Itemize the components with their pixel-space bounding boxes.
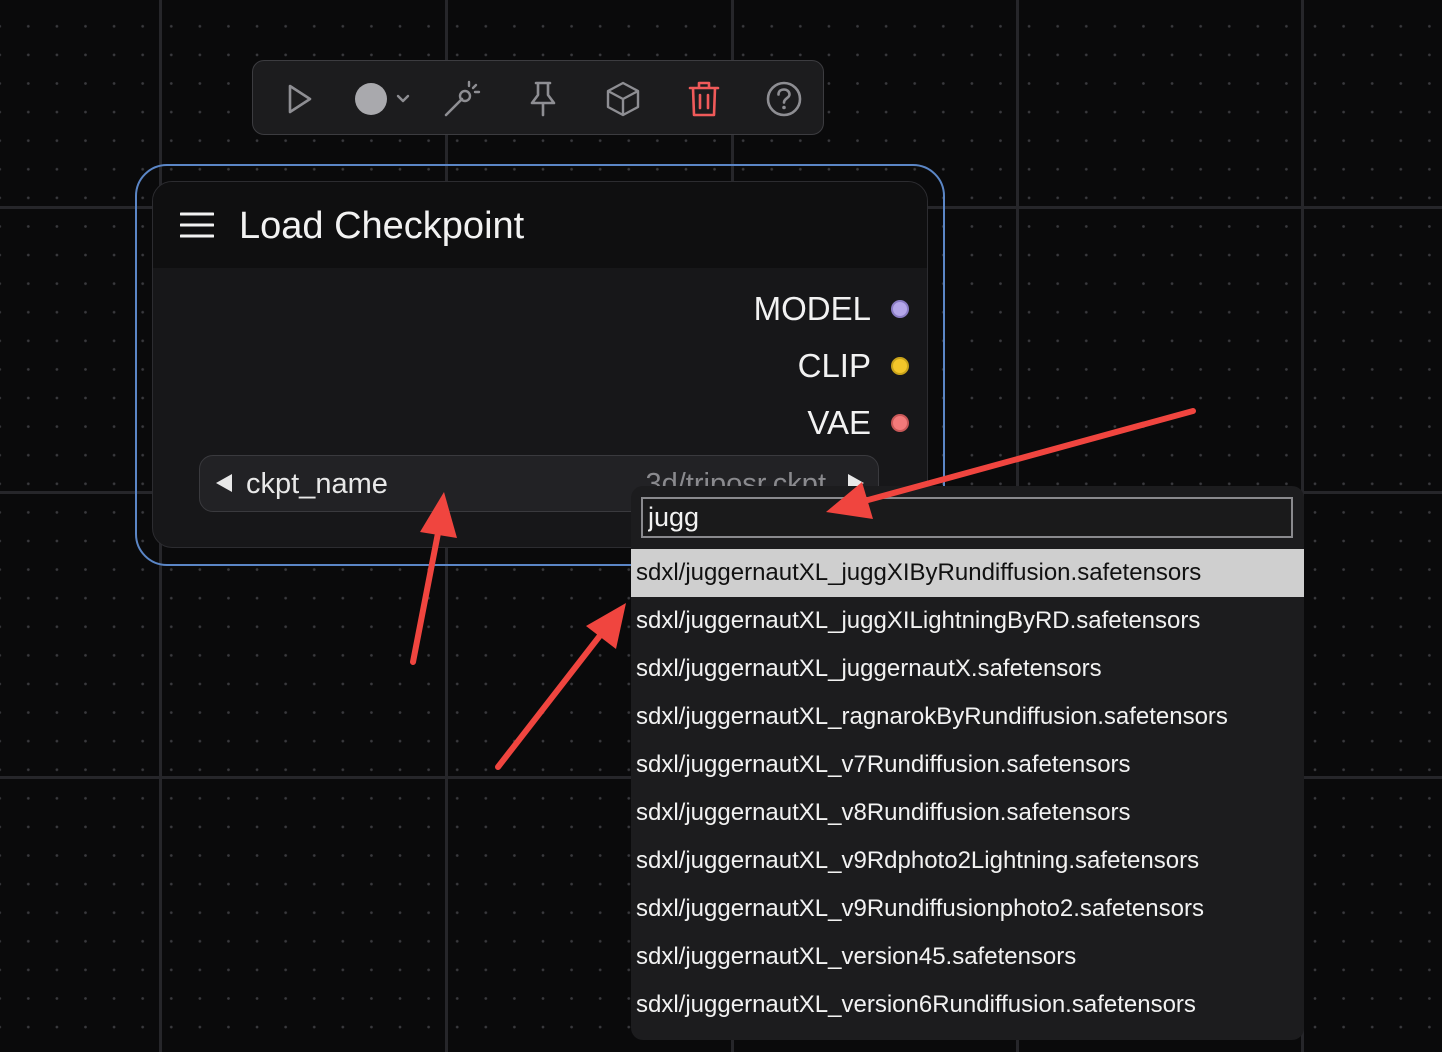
output-slot-clip[interactable]: CLIP <box>798 346 909 386</box>
list-item[interactable]: sdxl/juggernautXL_version45.safetensors <box>631 933 1304 981</box>
bypass-wand-icon <box>444 80 481 117</box>
color-picker-button[interactable] <box>351 79 417 119</box>
output-slot-vae[interactable]: VAE <box>807 403 909 443</box>
widget-decrement-arrow[interactable] <box>216 474 232 492</box>
pin-button[interactable] <box>523 79 563 119</box>
cube-icon <box>606 81 640 117</box>
output-label: MODEL <box>753 290 871 327</box>
list-item[interactable]: sdxl/juggernautXL_juggernautX.safetensor… <box>631 645 1304 693</box>
hamburger-menu-icon[interactable] <box>180 212 214 238</box>
node-title: Load Checkpoint <box>239 205 525 247</box>
list-item[interactable]: sdxl/juggernautXL_version6Rundiffusion.s… <box>631 981 1304 1029</box>
delete-button[interactable] <box>684 79 724 119</box>
list-item[interactable]: sdxl/juggernautXL_juggXIByRundiffusion.s… <box>631 549 1304 597</box>
output-slot-model[interactable]: MODEL <box>754 289 909 329</box>
list-item[interactable]: sdxl/juggernautXL_v9Rundiffusionphoto2.s… <box>631 885 1304 933</box>
trash-icon <box>688 81 720 117</box>
bypass-button[interactable] <box>441 79 481 119</box>
vae-connector-dot[interactable] <box>891 414 909 432</box>
execute-button[interactable] <box>279 79 319 119</box>
color-dot-dropdown-icon <box>355 83 410 115</box>
list-item[interactable]: sdxl/juggernautXL_v9Rdphoto2Lightning.sa… <box>631 837 1304 885</box>
output-label: VAE <box>807 404 871 441</box>
model-connector-dot[interactable] <box>891 300 909 318</box>
option-list: sdxl/juggernautXL_juggXIByRundiffusion.s… <box>631 549 1304 1029</box>
node-header[interactable]: Load Checkpoint <box>153 182 927 268</box>
pin-icon <box>530 81 556 117</box>
list-item[interactable]: sdxl/juggernautXL_v8Rundiffusion.safeten… <box>631 789 1304 837</box>
clip-connector-dot[interactable] <box>891 357 909 375</box>
search-input[interactable] <box>641 497 1293 538</box>
combo-search-dropdown: sdxl/juggernautXL_juggXIByRundiffusion.s… <box>631 486 1304 1040</box>
output-label: CLIP <box>797 347 871 384</box>
convert-subgraph-button[interactable] <box>603 79 643 119</box>
selection-toolbox <box>252 60 824 135</box>
widget-label: ckpt_name <box>246 468 388 500</box>
play-icon <box>288 84 312 114</box>
list-item[interactable]: sdxl/juggernautXL_ragnarokByRundiffusion… <box>631 693 1304 741</box>
help-button[interactable] <box>764 79 804 119</box>
list-item[interactable]: sdxl/juggernautXL_juggXILightningByRD.sa… <box>631 597 1304 645</box>
help-icon <box>766 81 802 117</box>
list-item[interactable]: sdxl/juggernautXL_v7Rundiffusion.safeten… <box>631 741 1304 789</box>
